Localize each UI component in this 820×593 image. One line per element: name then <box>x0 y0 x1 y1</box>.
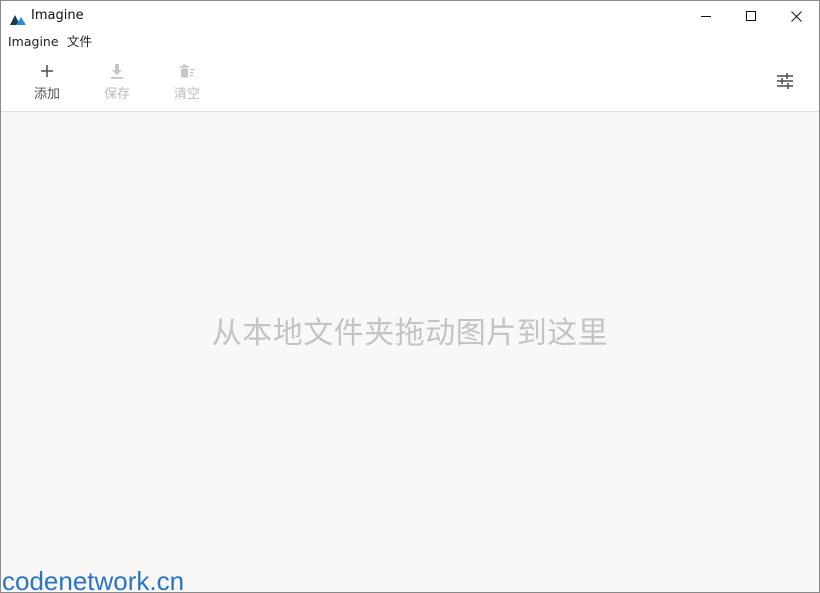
add-button[interactable]: 添加 <box>19 57 75 107</box>
clear-label: 清空 <box>173 87 200 102</box>
clear-list-icon <box>178 62 196 80</box>
plus-icon <box>38 62 56 80</box>
minimize-icon <box>701 16 711 17</box>
close-icon <box>790 10 802 22</box>
save-button[interactable]: 保存 <box>89 57 145 107</box>
maximize-icon <box>746 11 756 21</box>
drop-hint-text: 从本地文件夹拖动图片到这里 <box>211 316 609 351</box>
save-label: 保存 <box>103 87 130 102</box>
clear-button[interactable]: 清空 <box>159 57 215 107</box>
window-title: Imagine <box>31 8 84 23</box>
app-window: Imagine Imagine 文件 添加 保存 清空 从本地文件夹拖动图片到这… <box>0 0 820 593</box>
maximize-button[interactable] <box>728 1 774 31</box>
title-bar[interactable]: Imagine <box>1 1 819 31</box>
download-icon <box>108 62 126 80</box>
watermark: codenetwork.cn <box>2 566 185 593</box>
menu-bar: Imagine 文件 <box>1 33 301 53</box>
image-drop-area[interactable]: 从本地文件夹拖动图片到这里 <box>1 112 819 592</box>
menu-imagine[interactable]: Imagine <box>8 34 59 50</box>
add-label: 添加 <box>33 87 60 102</box>
menu-file[interactable]: 文件 <box>67 34 92 50</box>
toolbar: 添加 保存 清空 <box>1 57 819 111</box>
mountain-icon <box>10 10 26 25</box>
settings-button[interactable] <box>773 69 797 93</box>
close-button[interactable] <box>773 1 819 31</box>
minimize-button[interactable] <box>683 1 729 31</box>
sliders-icon <box>777 73 793 89</box>
